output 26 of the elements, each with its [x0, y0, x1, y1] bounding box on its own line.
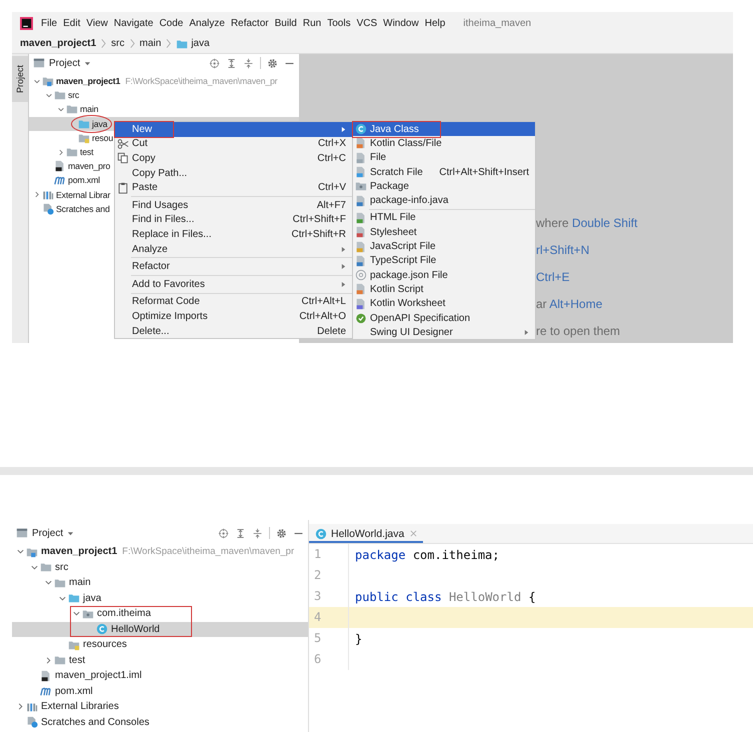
line-number: 6 — [309, 649, 349, 670]
editor-hint: ar Alt+Home — [536, 296, 604, 312]
line-number: 2 — [309, 565, 349, 586]
editor-hint: where Double Shift — [536, 215, 638, 231]
editor-hint: rl+Shift+N — [536, 242, 590, 258]
editor-hint: re to open them — [536, 323, 622, 339]
editor-hint: Ctrl+E — [536, 269, 571, 285]
shortcut-label: Ctrl+C — [317, 152, 346, 164]
line-number: 1 — [309, 544, 349, 565]
path-label: F:\WorkSpace\itheima_maven\maven_pr — [122, 546, 294, 558]
project-title: itheima_maven — [463, 18, 532, 28]
shortcut-label: Delete — [317, 326, 346, 337]
shortcut-label: Ctrl+Shift+F — [292, 214, 346, 226]
code-line: package com.itheima; — [355, 548, 500, 562]
shortcut-label: Ctrl+V — [318, 182, 346, 194]
shortcut-label: Ctrl+Alt+Shift+Insert — [439, 166, 529, 178]
shortcut-label: Alt+F7 — [316, 200, 346, 211]
shortcut-label: Ctrl+Alt+L — [302, 296, 346, 308]
code-line: public class HelloWorld { — [355, 590, 536, 604]
shortcut-label: Ctrl+Shift+R — [292, 228, 346, 240]
path-label: F:\WorkSpace\itheima_maven\maven_pr — [125, 76, 278, 86]
line-number: 5 — [309, 628, 349, 649]
line-number: 4 — [309, 607, 349, 628]
shortcut-label: Ctrl+Alt+O — [299, 310, 346, 322]
code-line: } — [355, 632, 362, 646]
shortcut-label: Ctrl+X — [318, 138, 346, 150]
